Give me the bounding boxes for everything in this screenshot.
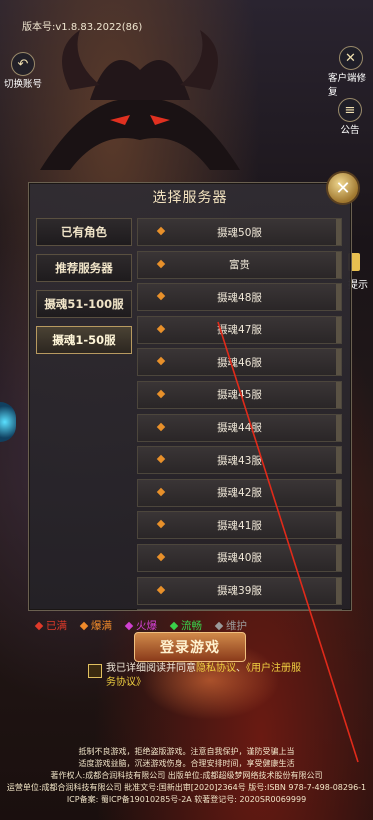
server-row-edge (336, 577, 341, 604)
server-row-edge (336, 251, 341, 278)
server-row-edge (336, 447, 341, 474)
server-row[interactable]: 摄魂45服 (137, 380, 342, 409)
footer-line-1: 抵制不良游戏，拒绝盗版游戏。注意自我保护，谨防受骗上当 (78, 747, 295, 756)
side-orb-icon[interactable] (0, 402, 16, 442)
legend-label: 流畅 (181, 620, 202, 632)
footer-notice: 抵制不良游戏，拒绝盗版游戏。注意自我保护，谨防受骗上当 适度游戏益脑，沉迷游戏伤… (0, 746, 373, 806)
server-row[interactable]: 摄魂50服 (137, 218, 342, 246)
server-group-tabs: 已有角色 推荐服务器 摄魂51-100服 摄魂1-50服 (36, 218, 132, 362)
legend-label: 已满 (46, 620, 67, 632)
legend-diamond-icon (124, 621, 134, 630)
server-status-dot-icon (156, 324, 166, 334)
notice-label: 公告 (340, 125, 360, 136)
server-row-edge (336, 414, 341, 441)
server-status-dot-icon (156, 552, 166, 562)
server-row[interactable]: 摄魂48服 (137, 283, 342, 312)
agreement-separator: 、 (236, 663, 246, 674)
server-row[interactable]: 摄魂44服 (137, 413, 342, 442)
legend-diamond-icon (34, 621, 44, 630)
legend-item: 爆满 (79, 618, 112, 633)
server-row-edge (336, 512, 341, 539)
server-list[interactable]: 摄魂50服富贵摄魂48服摄魂47服摄魂46服摄魂45服摄魂44服摄魂43服摄魂4… (137, 218, 342, 610)
tab-recommended[interactable]: 推荐服务器 (36, 254, 132, 282)
server-status-dot-icon (156, 454, 166, 464)
login-game-button[interactable]: 登录游戏 (134, 632, 246, 662)
server-row[interactable]: 摄魂46服 (137, 348, 342, 377)
switch-account-button[interactable]: ↶ 切换账号 (4, 52, 42, 90)
panel-title: 选择服务器 (152, 190, 228, 206)
server-name: 摄魂44服 (217, 422, 262, 435)
server-status-dot-icon (156, 226, 166, 236)
legend-diamond-icon (79, 621, 89, 630)
switch-account-label: 切换账号 (4, 79, 43, 90)
server-row-edge (336, 381, 341, 408)
privacy-link[interactable]: 隐私协议 (196, 663, 236, 674)
server-row[interactable]: 摄魂39服 (137, 576, 342, 605)
server-name: 摄魂50服 (217, 226, 262, 239)
legend-item: 流畅 (169, 618, 202, 633)
legend-item: 火爆 (124, 618, 157, 633)
server-status-dot-icon (156, 259, 166, 268)
agreement-checkbox[interactable] (88, 664, 102, 678)
server-name: 摄魂47服 (217, 324, 262, 337)
server-row[interactable]: 摄魂47服 (137, 315, 342, 344)
server-status-dot-icon (156, 487, 166, 496)
legend-label: 维护 (226, 620, 247, 632)
server-status-dot-icon (156, 389, 166, 399)
server-status-dot-icon (156, 585, 166, 594)
server-name: 摄魂42服 (217, 487, 262, 500)
agreement-row: 我已详细阅读并同意隐私协议、《用户注册服务协议》 (88, 662, 308, 690)
server-row-edge (336, 284, 341, 311)
server-status-dot-icon (156, 357, 166, 366)
server-name: 摄魂46服 (217, 356, 262, 369)
server-row[interactable]: 摄魂40服 (137, 543, 342, 572)
footer-line-2: 适度游戏益脑，沉迷游戏伤身。合理安排时间，享受健康生活 (78, 759, 295, 768)
server-row[interactable]: 富贵 (137, 250, 342, 279)
server-row-edge (336, 316, 341, 343)
legend-label: 火爆 (136, 620, 157, 632)
client-repair-label: 客户端修复 (328, 73, 367, 98)
legend-diamond-icon (169, 621, 179, 630)
server-status-dot-icon (156, 520, 166, 529)
agreement-prefix: 我已详细阅读并同意 (106, 663, 196, 674)
server-row-edge (336, 544, 341, 571)
server-name: 摄魂45服 (217, 389, 262, 402)
dragon-artwork (40, 30, 240, 170)
legend-label: 爆满 (91, 620, 112, 632)
server-name: 摄魂39服 (217, 585, 262, 598)
server-name: 摄魂48服 (217, 291, 262, 304)
server-row[interactable]: 摄魂38服 (137, 609, 342, 610)
tab-server-51-100[interactable]: 摄魂51-100服 (36, 290, 132, 318)
wrench-icon: ✕ (338, 46, 363, 70)
server-name: 摄魂40服 (217, 552, 262, 565)
legend-diamond-icon (214, 621, 224, 630)
server-status-dot-icon (156, 291, 166, 301)
server-row-edge (336, 219, 341, 245)
close-icon[interactable]: ✕ (326, 171, 360, 205)
footer-line-5: ICP备案: 蜀ICP备19010285号-2A 软著登记号: 2020SR00… (66, 795, 307, 804)
server-row[interactable]: 摄魂42服 (137, 478, 342, 507)
server-status-dot-icon (156, 422, 166, 431)
status-legend: 已满 爆满 火爆 流畅 维护 (34, 618, 247, 633)
menu-icon: ≡ (338, 98, 362, 122)
version-label: 版本号:v1.8.83.2022(86) (22, 22, 143, 33)
server-row-edge (336, 349, 341, 376)
server-row[interactable]: 摄魂41服 (137, 511, 342, 540)
server-name: 富贵 (229, 259, 250, 272)
footer-line-3: 著作权人:成都合润科技有限公司 出版单位:成都超级梦网络技术股份有限公司 (50, 771, 323, 780)
server-name: 摄魂43服 (217, 454, 262, 467)
back-arrow-icon: ↶ (11, 52, 35, 76)
client-repair-button[interactable]: ✕ 客户端修复 (328, 46, 373, 98)
legend-item: 已满 (34, 618, 67, 633)
server-row-edge (336, 479, 341, 506)
legend-item: 维护 (214, 618, 247, 633)
tab-server-1-50[interactable]: 摄魂1-50服 (36, 326, 132, 354)
footer-line-4: 运营单位:成都合润科技有限公司 批准文号:国新出审[2020]2364号 版号:… (6, 783, 367, 792)
tab-existing-roles[interactable]: 已有角色 (36, 218, 132, 246)
server-row[interactable]: 摄魂43服 (137, 446, 342, 475)
server-name: 摄魂41服 (217, 519, 262, 532)
notice-button[interactable]: ≡ 公告 (338, 98, 362, 136)
